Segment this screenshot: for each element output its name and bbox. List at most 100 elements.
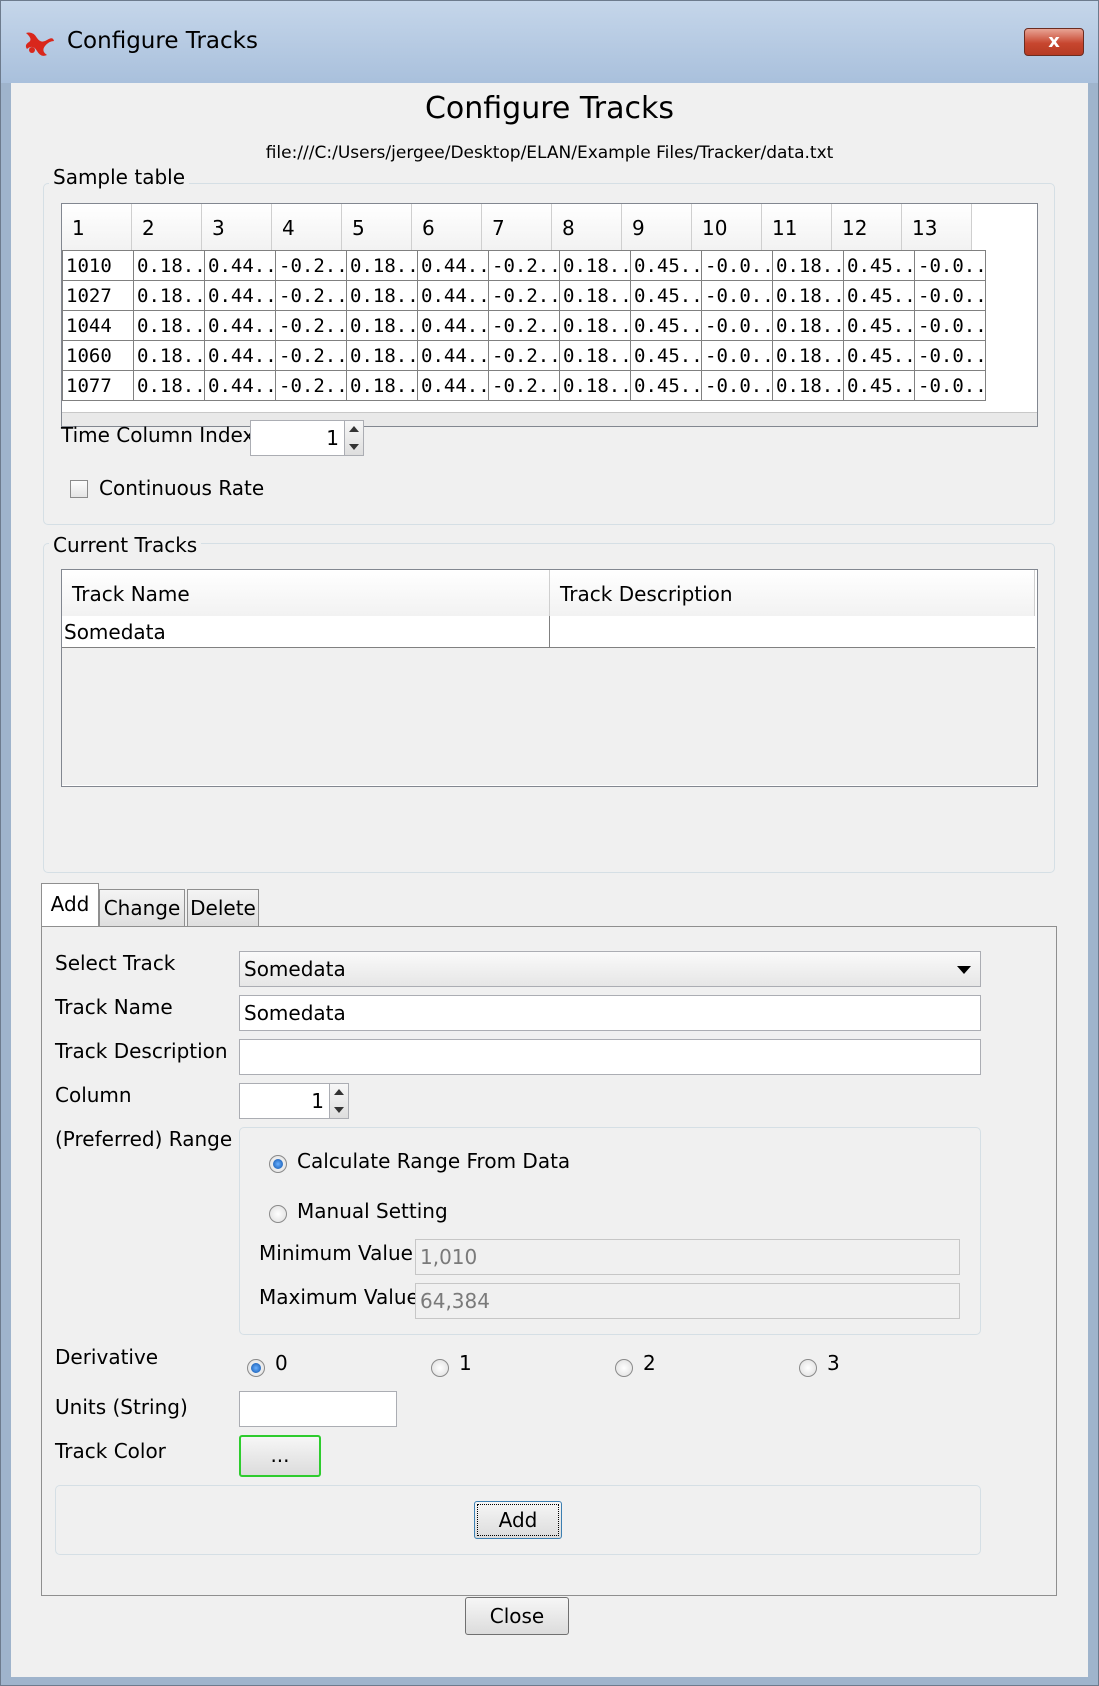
table-cell[interactable]: -0.2... (275, 370, 347, 401)
table-cell[interactable]: -0.2... (275, 250, 347, 281)
table-cell[interactable]: 1010 (62, 250, 134, 281)
table-cell[interactable]: 1077 (62, 370, 134, 401)
table-cell[interactable]: 0.18... (133, 250, 205, 281)
column-header[interactable]: 5 (342, 204, 412, 250)
table-cell[interactable]: 0.45... (630, 250, 702, 281)
sample-table[interactable]: 1 2 3 4 5 6 7 8 9 10 11 12 13 1010 0.18..… (61, 203, 1038, 427)
table-cell[interactable]: -0.0... (914, 280, 986, 311)
spinner-up-icon[interactable] (349, 426, 359, 432)
table-cell[interactable]: 0.45... (843, 280, 915, 311)
table-cell[interactable]: 0.45... (843, 340, 915, 371)
table-cell[interactable]: -0.0... (914, 310, 986, 341)
time-column-input[interactable]: 1 (250, 420, 346, 456)
derivative-radio-0[interactable] (247, 1359, 265, 1377)
table-cell[interactable]: 0.45... (843, 250, 915, 281)
table-cell[interactable]: -0.0... (701, 370, 773, 401)
table-cell[interactable]: 0.45... (843, 310, 915, 341)
table-cell[interactable]: 0.18... (559, 370, 631, 401)
maximum-value-input[interactable]: 64,384 (415, 1283, 960, 1319)
table-cell[interactable]: 0.18... (346, 280, 418, 311)
table-cell[interactable]: -0.2... (275, 340, 347, 371)
spinner-down-icon[interactable] (349, 444, 359, 450)
table-cell[interactable]: -0.0... (701, 310, 773, 341)
table-cell[interactable]: 0.18... (133, 370, 205, 401)
table-cell[interactable]: 0.45... (630, 310, 702, 341)
table-cell[interactable]: 0.44... (204, 280, 276, 311)
table-cell[interactable]: -0.0... (701, 340, 773, 371)
table-cell[interactable]: 1044 (62, 310, 134, 341)
table-cell[interactable]: 0.45... (630, 370, 702, 401)
column-header[interactable]: 7 (482, 204, 552, 250)
table-cell[interactable]: 1027 (62, 280, 134, 311)
derivative-radio-1[interactable] (431, 1359, 449, 1377)
table-cell[interactable]: 1060 (62, 340, 134, 371)
tab-add[interactable]: Add (41, 883, 99, 927)
column-header[interactable]: 10 (692, 204, 762, 250)
table-cell[interactable]: 0.44... (417, 280, 489, 311)
table-cell[interactable]: 0.18... (133, 310, 205, 341)
current-tracks-table[interactable]: Track Name Track Description Somedata (61, 569, 1038, 787)
table-cell[interactable]: 0.44... (417, 370, 489, 401)
table-cell[interactable]: 0.18... (346, 310, 418, 341)
column-header[interactable]: 6 (412, 204, 482, 250)
column-header[interactable]: 1 (62, 204, 132, 250)
manual-setting-radio[interactable] (269, 1205, 287, 1223)
table-row[interactable]: 10440.18...0.44...-0.2...0.18...0.44...-… (62, 310, 986, 341)
close-button[interactable]: Close (465, 1597, 569, 1635)
table-cell[interactable]: 0.44... (204, 370, 276, 401)
table-cell[interactable]: 0.18... (772, 310, 844, 341)
column-header-track-desc[interactable]: Track Description (550, 570, 1035, 616)
chevron-down-icon[interactable] (957, 966, 971, 974)
spinner-up-icon[interactable] (334, 1089, 344, 1095)
table-cell[interactable]: 0.18... (559, 310, 631, 341)
table-row[interactable]: 10100.18...0.44...-0.2...0.18...0.44...-… (62, 250, 986, 281)
derivative-radio-2[interactable] (615, 1359, 633, 1377)
table-cell[interactable]: 0.44... (204, 310, 276, 341)
calculate-range-radio[interactable] (269, 1155, 287, 1173)
column-header[interactable]: 8 (552, 204, 622, 250)
table-cell[interactable]: 0.44... (204, 250, 276, 281)
time-column-spinner[interactable] (344, 420, 364, 456)
table-cell[interactable]: 0.18... (559, 280, 631, 311)
minimum-value-input[interactable]: 1,010 (415, 1239, 960, 1275)
column-header[interactable]: 9 (622, 204, 692, 250)
units-input[interactable] (239, 1391, 397, 1427)
table-cell[interactable]: -0.0... (914, 340, 986, 371)
continuous-rate-checkbox[interactable] (70, 480, 88, 498)
table-cell[interactable]: -0.2... (488, 280, 560, 311)
column-spinner[interactable] (329, 1083, 349, 1119)
spinner-down-icon[interactable] (334, 1107, 344, 1113)
track-row-desc[interactable] (550, 616, 1035, 648)
table-cell[interactable]: 0.18... (133, 340, 205, 371)
table-cell[interactable]: 0.44... (417, 340, 489, 371)
table-cell[interactable]: -0.0... (914, 370, 986, 401)
track-row-name[interactable]: Somedata (62, 616, 550, 648)
select-track-dropdown[interactable]: Somedata (239, 951, 981, 987)
table-cell[interactable]: 0.18... (346, 340, 418, 371)
column-header[interactable]: 12 (832, 204, 902, 250)
table-cell[interactable]: 0.18... (559, 340, 631, 371)
table-cell[interactable]: -0.2... (488, 310, 560, 341)
table-cell[interactable]: 0.44... (417, 310, 489, 341)
table-cell[interactable]: 0.44... (204, 340, 276, 371)
column-header[interactable]: 4 (272, 204, 342, 250)
table-row[interactable]: 10600.18...0.44...-0.2...0.18...0.44...-… (62, 340, 986, 371)
table-cell[interactable]: -0.0... (701, 280, 773, 311)
column-header-track-name[interactable]: Track Name (62, 570, 550, 616)
table-cell[interactable]: 0.18... (772, 250, 844, 281)
table-cell[interactable]: -0.2... (488, 250, 560, 281)
table-cell[interactable]: 0.18... (772, 340, 844, 371)
table-cell[interactable]: 0.45... (630, 340, 702, 371)
table-cell[interactable]: 0.44... (417, 250, 489, 281)
table-cell[interactable]: -0.2... (275, 310, 347, 341)
column-header[interactable]: 3 (202, 204, 272, 250)
title-bar[interactable]: Configure Tracks x (1, 1, 1098, 83)
track-name-input[interactable]: Somedata (239, 995, 981, 1031)
table-cell[interactable]: 0.18... (772, 370, 844, 401)
tab-delete[interactable]: Delete (187, 889, 259, 927)
table-cell[interactable]: 0.18... (772, 280, 844, 311)
column-input[interactable]: 1 (239, 1083, 331, 1119)
table-row[interactable]: 10770.18...0.44...-0.2...0.18...0.44...-… (62, 370, 986, 401)
table-cell[interactable]: 0.18... (346, 370, 418, 401)
window-close-button[interactable]: x (1024, 28, 1084, 56)
